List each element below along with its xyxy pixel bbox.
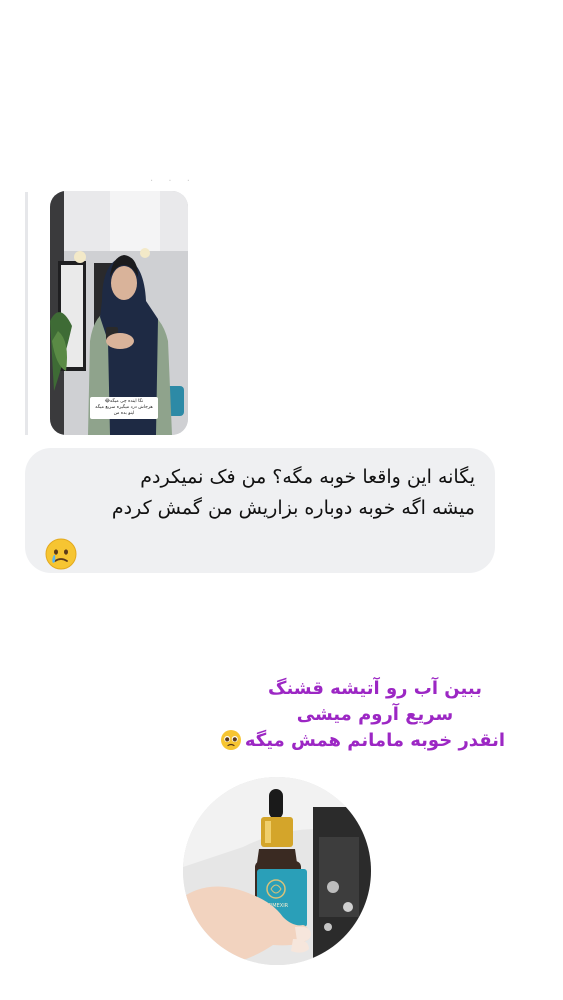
- story-caption: نگا اینده چی میگه😂 هرجاش درد میگیره سریع…: [90, 397, 158, 419]
- message-bubble[interactable]: یگانه این واقعا خوبه مگه؟ من فک نمیکردم …: [25, 448, 495, 573]
- reply-rule: [25, 192, 28, 435]
- crying-face-icon: [45, 538, 77, 574]
- overlay-caption: ببین آب رو آتیشه قشنگ سریع آروم میشی انق…: [215, 676, 535, 754]
- message-line: یگانه این واقعا خوبه مگه؟ من فک نمیکردم: [140, 466, 475, 488]
- story-reply-thumbnail[interactable]: نگا اینده چی میگه😂 هرجاش درد میگیره سریع…: [50, 191, 188, 435]
- serum-bottle-image: DERMEXIR: [183, 777, 371, 965]
- product-photo[interactable]: DERMEXIR: [183, 777, 371, 965]
- overlay-line: انقدر خوبه مامانم همش میگه: [244, 730, 506, 751]
- pleading-face-icon: [220, 729, 242, 755]
- overlay-line: ببین آب رو آتیشه قشنگ: [268, 678, 482, 699]
- divider-dots: · · ·: [150, 176, 196, 187]
- story-caption-line: اینو بده من: [113, 411, 135, 416]
- message-line: میشه اگه خوبه دوباره بزاریش من گمش کردم: [111, 497, 475, 519]
- overlay-line: سریع آروم میشی: [296, 704, 454, 725]
- message-text: یگانه این واقعا خوبه مگه؟ من فک نمیکردم …: [35, 462, 475, 524]
